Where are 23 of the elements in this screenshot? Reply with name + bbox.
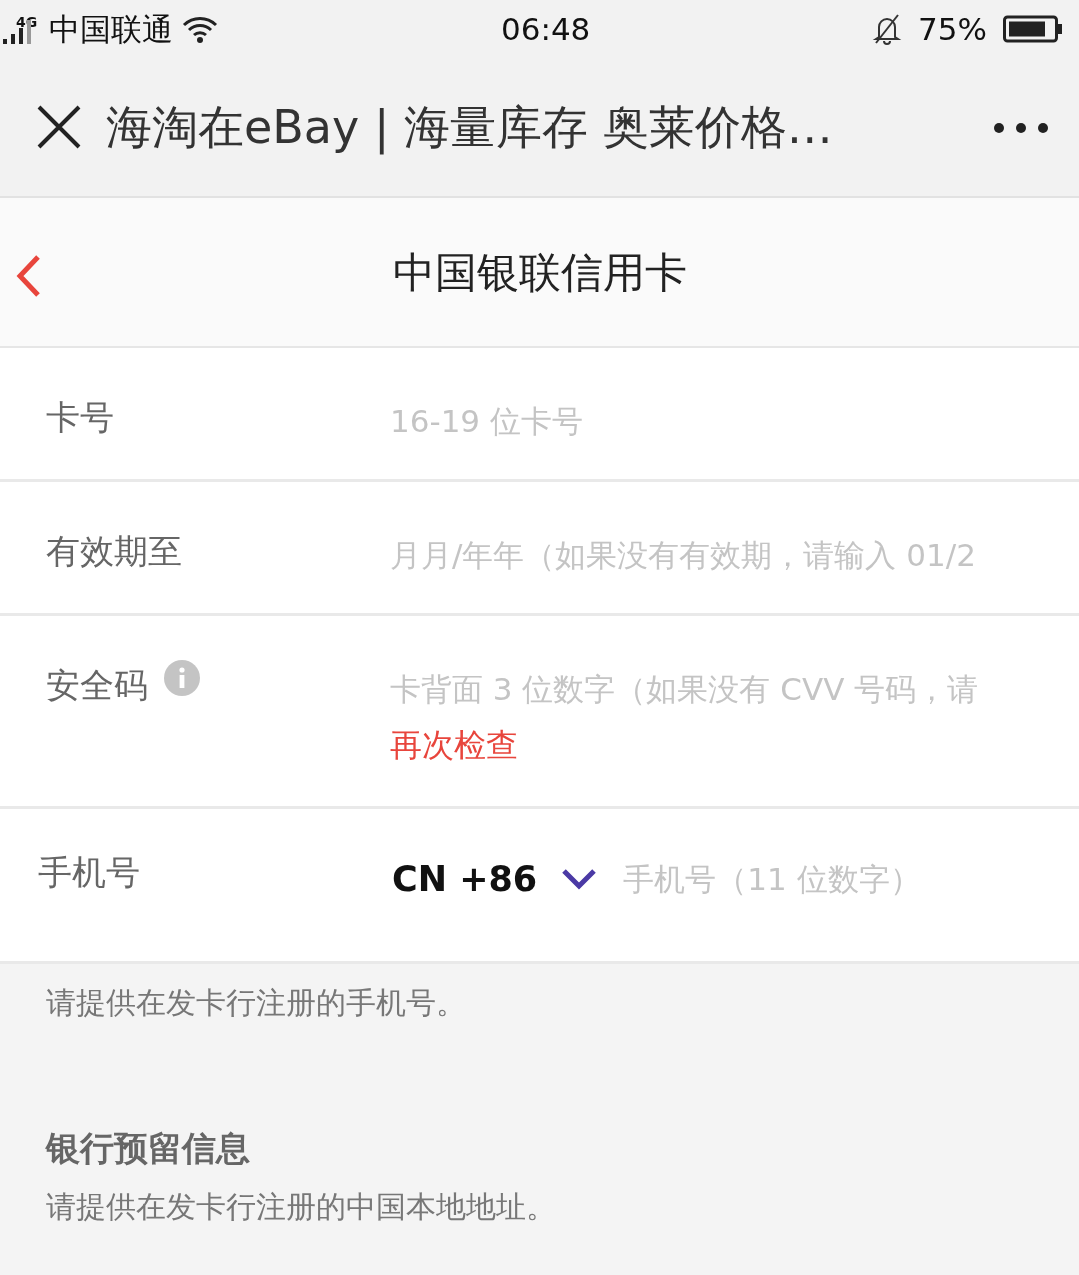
carrier-name: 中国联通 — [49, 9, 174, 49]
field-label: 有效期至 — [46, 530, 182, 573]
section-description: 请提供在发卡行注册的中国本地地址。 — [46, 1188, 557, 1226]
header-title: 中国银联信用卡 — [392, 246, 687, 299]
status-time: 06:48 — [500, 9, 592, 49]
field-label: 安全码 — [46, 664, 148, 707]
input-field[interactable]: 16-19 位卡号 — [390, 398, 1079, 445]
wifi-icon — [181, 14, 220, 44]
battery-icon — [1003, 15, 1063, 43]
input-field[interactable]: 卡背面 3 位数字（如果没有 CVV 号码，请 — [390, 666, 1079, 713]
country-code-select[interactable]: CN +86 — [392, 853, 598, 906]
muted-bell-icon — [872, 13, 903, 45]
phone-input[interactable]: 手机号（11 位数字） — [623, 856, 1064, 903]
input-field[interactable]: 月月/年年（如果没有有效期，请输入 01/2 — [390, 532, 1079, 579]
helper-text: 请提供在发卡行注册的手机号。 — [46, 984, 467, 1022]
field-label: 卡号 — [46, 396, 114, 439]
chevron-down-icon — [561, 868, 598, 891]
page-title: 海淘在eBay | 海量库存 奥莱价格… — [106, 98, 834, 157]
error-message: 再次检查 — [390, 724, 519, 766]
section-title: 银行预留信息 — [46, 1127, 251, 1170]
battery-percent: 75% — [918, 9, 987, 49]
close-button[interactable] — [36, 104, 82, 150]
field-label: 手机号 — [38, 851, 140, 894]
